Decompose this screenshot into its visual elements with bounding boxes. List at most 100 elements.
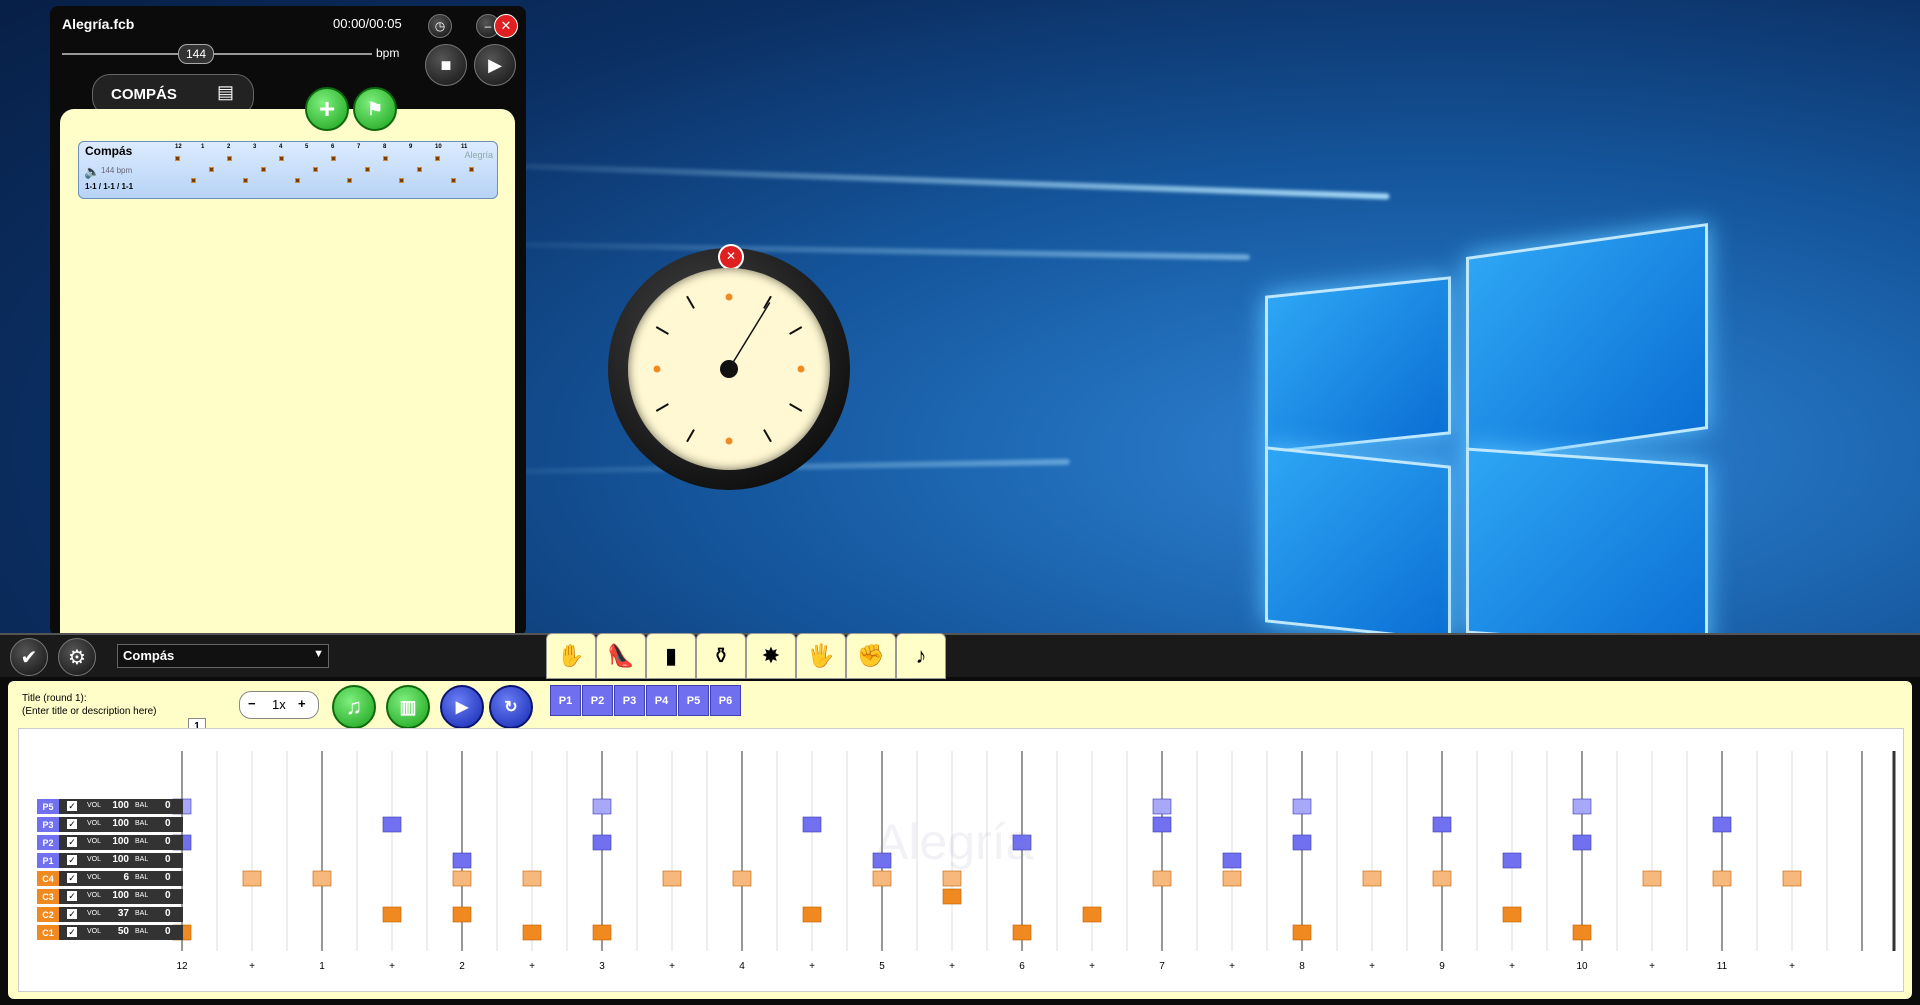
percussion-button-p2[interactable]: P2 [582,685,613,716]
note-c1[interactable] [592,924,612,941]
note-c4[interactable] [452,870,472,887]
note-p5[interactable] [592,798,612,815]
cajon-icon[interactable]: ▮ [646,633,696,679]
note-c2[interactable] [802,906,822,923]
track-volume[interactable]: 37 [107,908,129,919]
settings-gear-icon[interactable]: ⚙ [58,638,96,676]
track-row-p5[interactable]: P5 ✓ VOL 100 BAL 0 [37,799,183,814]
add-button[interactable]: + [305,87,349,131]
note-c2[interactable] [382,906,402,923]
track-row-c4[interactable]: C4 ✓ VOL 6 BAL 0 [37,871,183,886]
note-c3[interactable] [942,888,962,905]
track-volume[interactable]: 100 [107,800,129,811]
equalizer-icon[interactable]: ▥ [386,685,430,729]
note-p5[interactable] [1572,798,1592,815]
note-p3[interactable] [382,816,402,833]
note-c4[interactable] [1152,870,1172,887]
track-balance[interactable]: 0 [165,890,171,901]
note-c4[interactable] [522,870,542,887]
confirm-button[interactable]: ✔ [10,638,48,676]
folder-icon[interactable]: ▤ [217,82,234,103]
loop-continue-button[interactable]: ↻ [489,685,533,729]
note-c4[interactable] [872,870,892,887]
percussion-button-p1[interactable]: P1 [550,685,581,716]
note-c4[interactable] [1222,870,1242,887]
knuckles-icon[interactable]: ✊ [846,633,896,679]
note-p3[interactable] [1152,816,1172,833]
title-description[interactable]: (Enter title or description here) [22,706,157,717]
style-select[interactable]: Compás ▼ [117,644,329,668]
percussion-button-p4[interactable]: P4 [646,685,677,716]
percussion-button-p6[interactable]: P6 [710,685,741,716]
note-c2[interactable] [452,906,472,923]
note-c4[interactable] [1712,870,1732,887]
track-balance[interactable]: 0 [165,872,171,883]
note-c4[interactable] [732,870,752,887]
track-volume[interactable]: 100 [107,818,129,829]
speed-minus-button[interactable]: − [248,696,256,711]
track-volume[interactable]: 6 [107,872,129,883]
note-c4[interactable] [1782,870,1802,887]
track-volume[interactable]: 100 [107,854,129,865]
note-c4[interactable] [942,870,962,887]
djembe-icon[interactable]: ⚱ [696,633,746,679]
note-c4[interactable] [242,870,262,887]
note-p1[interactable] [1502,852,1522,869]
track-enabled-checkbox[interactable]: ✓ [67,837,77,847]
note-c4[interactable] [662,870,682,887]
note-p2[interactable] [1572,834,1592,851]
note-c4[interactable] [1642,870,1662,887]
add-flag-button[interactable]: ⚑ [353,87,397,131]
note-p5[interactable] [1292,798,1312,815]
play-loop-button[interactable]: ▶ [440,685,484,729]
note-p2[interactable] [1292,834,1312,851]
track-enabled-checkbox[interactable]: ✓ [67,891,77,901]
track-balance[interactable]: 0 [165,836,171,847]
note-p2[interactable] [592,834,612,851]
play-button[interactable]: ▶ [474,44,516,86]
track-row-c2[interactable]: C2 ✓ VOL 37 BAL 0 [37,907,183,922]
note-c1[interactable] [522,924,542,941]
close-button[interactable]: ✕ [494,14,518,38]
stop-button[interactable]: ■ [425,44,467,86]
bongos-icon[interactable]: ♪ [896,633,946,679]
palmas-icon[interactable]: ✋ [546,633,596,679]
track-enabled-checkbox[interactable]: ✓ [67,909,77,919]
track-balance[interactable]: 0 [165,818,171,829]
note-p3[interactable] [802,816,822,833]
hands-icon[interactable]: 🖐 [796,633,846,679]
note-p3[interactable] [1712,816,1732,833]
note-p1[interactable] [1222,852,1242,869]
percussion-button-p3[interactable]: P3 [614,685,645,716]
tempo-slider[interactable] [62,53,372,55]
track-row-p3[interactable]: P3 ✓ VOL 100 BAL 0 [37,817,183,832]
note-p3[interactable] [1432,816,1452,833]
track-balance[interactable]: 0 [165,800,171,811]
track-balance[interactable]: 0 [165,908,171,919]
castanets-icon[interactable]: ✸ [746,633,796,679]
music-note-icon[interactable]: ♫ [332,685,376,729]
note-p1[interactable] [452,852,472,869]
note-c2[interactable] [1502,906,1522,923]
track-balance[interactable]: 0 [165,854,171,865]
note-p5[interactable] [1152,798,1172,815]
track-volume[interactable]: 100 [107,836,129,847]
track-balance[interactable]: 0 [165,926,171,937]
track-enabled-checkbox[interactable]: ✓ [67,873,77,883]
note-c2[interactable] [1082,906,1102,923]
percussion-button-p5[interactable]: P5 [678,685,709,716]
note-c4[interactable] [1432,870,1452,887]
timer-button[interactable]: ◷ [428,14,452,38]
note-c1[interactable] [1012,924,1032,941]
sequence-card[interactable]: Compás 🔈 144 bpm 1-1 / 1-1 / 1-1 Alegría… [78,141,498,199]
track-row-p2[interactable]: P2 ✓ VOL 100 BAL 0 [37,835,183,850]
track-volume[interactable]: 50 [107,926,129,937]
clock-close-icon[interactable]: ✕ [718,244,744,270]
speaker-icon[interactable]: 🔈 [84,164,100,180]
track-enabled-checkbox[interactable]: ✓ [67,819,77,829]
track-enabled-checkbox[interactable]: ✓ [67,927,77,937]
track-volume[interactable]: 100 [107,890,129,901]
note-c1[interactable] [1292,924,1312,941]
track-row-c3[interactable]: C3 ✓ VOL 100 BAL 0 [37,889,183,904]
track-enabled-checkbox[interactable]: ✓ [67,855,77,865]
